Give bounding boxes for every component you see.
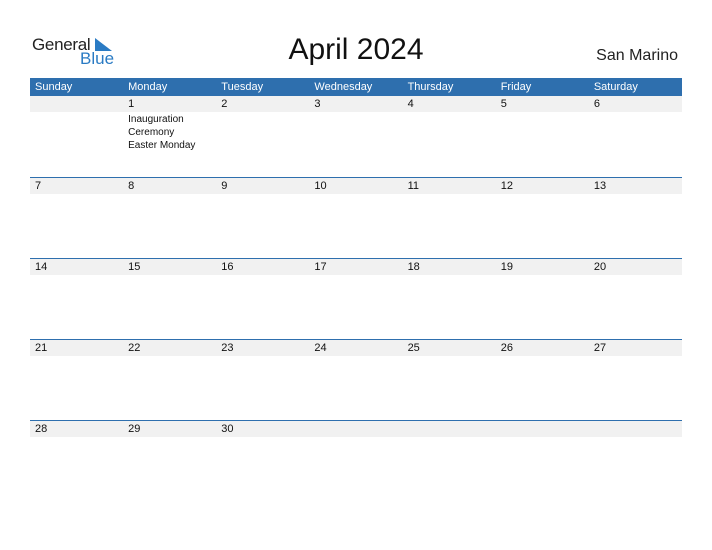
day-events bbox=[123, 275, 216, 276]
day-number-strip: 7 8 9 10 11 12 13 bbox=[30, 178, 682, 194]
day-events bbox=[30, 437, 123, 438]
weekday-thursday: Thursday bbox=[407, 81, 454, 93]
day-number: 14 bbox=[35, 261, 48, 273]
day-number: 1 bbox=[128, 98, 135, 110]
country-label: San Marino bbox=[596, 47, 678, 64]
day-events bbox=[30, 194, 123, 195]
day-number: 30 bbox=[221, 423, 234, 435]
day-events bbox=[309, 194, 402, 195]
week-row: 28 29 30 bbox=[30, 420, 682, 501]
weekday-header: Sunday Monday Tuesday Wednesday Thursday Frid… bbox=[30, 78, 682, 96]
events-strip bbox=[30, 194, 682, 195]
day-events bbox=[30, 275, 123, 276]
day-events bbox=[403, 437, 496, 438]
day-events bbox=[589, 275, 682, 276]
day-number bbox=[403, 421, 496, 437]
day-number: 29 bbox=[128, 423, 141, 435]
day-number: 27 bbox=[593, 342, 607, 354]
day-number: 13 bbox=[593, 180, 607, 192]
day-number: 5 bbox=[500, 98, 507, 110]
day-number: 9 bbox=[221, 180, 228, 192]
weekday-sunday: Sunday bbox=[35, 81, 73, 93]
day-events: Inauguration Ceremony Easter Monday bbox=[128, 114, 196, 151]
day-number: 16 bbox=[221, 261, 234, 273]
day-events bbox=[30, 112, 123, 152]
day-number-strip: 1 2 3 4 5 6 bbox=[30, 96, 682, 112]
day-number: 25 bbox=[407, 342, 420, 354]
weekday-monday: Monday bbox=[128, 81, 168, 93]
day-number: 2 bbox=[221, 98, 228, 110]
day-number: 7 bbox=[35, 180, 42, 192]
day-number: 12 bbox=[500, 180, 513, 192]
day-events bbox=[123, 437, 216, 438]
calendar: Sunday Monday Tuesday Wednesday Thursday Frid… bbox=[30, 78, 682, 501]
weekday-tuesday: Tuesday bbox=[221, 81, 264, 93]
day-number: 4 bbox=[407, 98, 414, 110]
day-number bbox=[309, 421, 402, 437]
day-events bbox=[496, 275, 589, 276]
week-row: 14 15 16 17 18 19 20 bbox=[30, 258, 682, 339]
day-events bbox=[216, 275, 309, 276]
day-events bbox=[496, 112, 589, 152]
day-number: 26 bbox=[500, 342, 513, 354]
day-number: 17 bbox=[314, 261, 327, 273]
day-number: 19 bbox=[500, 261, 513, 273]
day-events bbox=[403, 194, 496, 195]
day-events bbox=[589, 356, 682, 357]
day-number: 21 bbox=[35, 342, 48, 354]
day-number: 6 bbox=[593, 98, 600, 110]
day-number: 23 bbox=[221, 342, 234, 354]
day-number: 11 bbox=[407, 180, 419, 192]
day-events bbox=[309, 112, 402, 152]
day-number: 10 bbox=[314, 180, 327, 192]
day-number: 20 bbox=[593, 261, 607, 273]
weekday-saturday: Saturday bbox=[593, 81, 638, 93]
day-events bbox=[309, 437, 402, 438]
day-number-strip: 28 29 30 bbox=[30, 421, 682, 437]
day-number-strip: 21 22 23 24 25 26 27 bbox=[30, 340, 682, 356]
day-number: 15 bbox=[128, 261, 141, 273]
day-number: 24 bbox=[314, 342, 327, 354]
day-events bbox=[123, 356, 216, 357]
day-events bbox=[403, 356, 496, 357]
week-row: 1 2 3 4 5 6 Inauguration Ceremony Easter Monda… bbox=[30, 96, 682, 177]
events-strip bbox=[30, 437, 682, 438]
events-strip bbox=[30, 275, 682, 276]
weekday-friday: Friday bbox=[500, 81, 532, 93]
day-number bbox=[496, 421, 589, 437]
events-strip: Inauguration Ceremony Easter Monday bbox=[30, 112, 682, 152]
day-events bbox=[216, 194, 309, 195]
day-events bbox=[216, 112, 309, 152]
day-number bbox=[589, 421, 682, 437]
events-strip bbox=[30, 356, 682, 357]
day-number: 22 bbox=[128, 342, 141, 354]
week-row: 21 22 23 24 25 26 27 bbox=[30, 339, 682, 420]
day-events bbox=[589, 194, 682, 195]
day-number: 18 bbox=[407, 261, 420, 273]
day-events bbox=[496, 356, 589, 357]
day-number: 8 bbox=[128, 180, 135, 192]
day-events bbox=[123, 194, 216, 195]
day-events bbox=[589, 112, 682, 152]
day-events bbox=[403, 275, 496, 276]
day-number bbox=[30, 96, 123, 112]
day-events bbox=[216, 437, 309, 438]
day-events bbox=[496, 437, 589, 438]
weekday-wednesday: Wednesday bbox=[314, 81, 373, 93]
day-events bbox=[496, 194, 589, 195]
week-row: 7 8 9 10 11 12 13 bbox=[30, 177, 682, 258]
day-number: 3 bbox=[314, 98, 321, 110]
day-events bbox=[589, 437, 682, 438]
day-events bbox=[309, 275, 402, 276]
day-events bbox=[403, 112, 496, 152]
day-events bbox=[30, 356, 123, 357]
day-number: 28 bbox=[35, 423, 48, 435]
day-number-strip: 14 15 16 17 18 19 20 bbox=[30, 259, 682, 275]
day-events bbox=[216, 356, 309, 357]
day-events bbox=[309, 356, 402, 357]
